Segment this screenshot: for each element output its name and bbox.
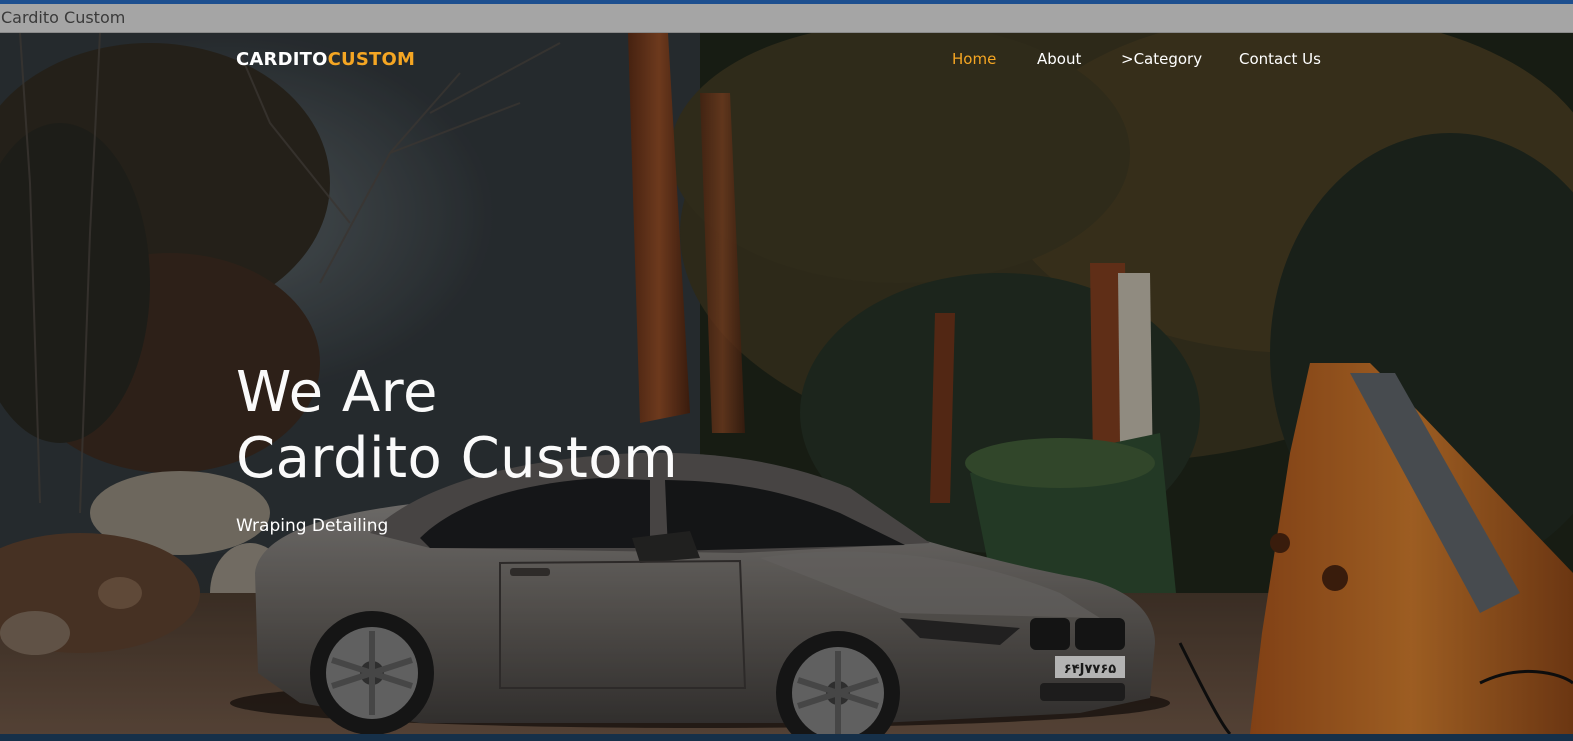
page: Cardito Custom ۶۴J۷۷۶۵ CARDITOCUSTOM Hom… [0,0,1573,741]
nav-item-about[interactable]: About [1037,50,1081,68]
bottom-border [0,734,1573,741]
logo-primary-text: CARDITO [236,49,328,70]
nav-item-home[interactable]: Home [952,50,996,68]
site-logo[interactable]: CARDITOCUSTOM [236,49,415,70]
window-titlebar: Cardito Custom [0,4,1573,33]
logo-secondary-text: CUSTOM [327,49,416,70]
hero-headline-line2: Cardito Custom [236,426,679,491]
nav-item-contact-us[interactable]: Contact Us [1239,50,1321,68]
hero-headline: We Are Cardito Custom [236,360,678,492]
hero-tagline: Wraping Detailing [236,516,389,536]
nav-item-category[interactable]: >Category [1121,50,1202,68]
hero-headline-line1: We Are [236,360,438,425]
window-title: Cardito Custom [1,8,126,27]
